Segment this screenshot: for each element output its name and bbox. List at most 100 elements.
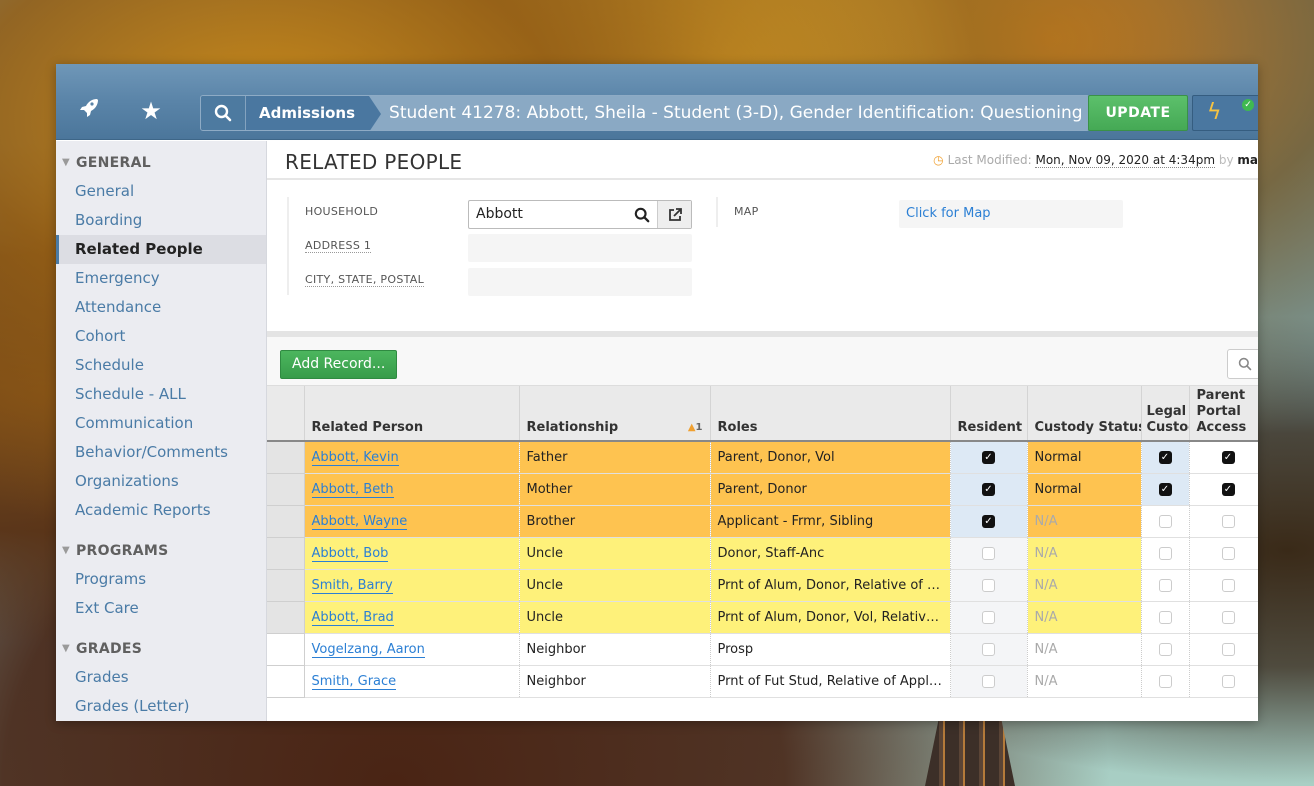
resident-checkbox[interactable]: [982, 610, 995, 624]
column-header-related-person[interactable]: Related Person: [304, 386, 520, 442]
address1-label: ADDRESS 1: [305, 239, 372, 253]
map-link[interactable]: Click for Map: [899, 200, 1123, 228]
sidebar-item-ext-care[interactable]: Ext Care: [56, 594, 266, 623]
parent-portal-checkbox[interactable]: ✓: [1221, 482, 1235, 496]
row-selector[interactable]: [267, 537, 305, 570]
breadcrumb-module[interactable]: Admissions: [246, 96, 382, 130]
parent-portal-checkbox[interactable]: [1221, 578, 1235, 592]
table-row[interactable]: Abbott, Beth Mother Parent, Donor ✓ Normal ✓ ✓: [267, 473, 1258, 506]
table-row[interactable]: Abbott, Brad Uncle Prnt of Alum, Donor, Vo…: [267, 601, 1258, 634]
row-selector[interactable]: [267, 633, 305, 666]
legal-custody-checkbox[interactable]: [1158, 642, 1172, 656]
related-person-link[interactable]: Abbott, Beth: [311, 481, 394, 498]
parent-portal-cell: [1189, 537, 1258, 570]
legal-custody-checkbox[interactable]: [1158, 578, 1172, 592]
lightning-icon: ϟ: [1207, 100, 1222, 125]
quick-actions-button[interactable]: ϟ ✓: [1192, 95, 1258, 131]
sidebar-item-related-people[interactable]: Related People: [56, 235, 266, 264]
grid-search-button[interactable]: [1227, 349, 1258, 379]
add-record-button[interactable]: Add Record...: [280, 350, 398, 379]
breadcrumb-search-button[interactable]: [201, 96, 246, 130]
table-row[interactable]: Vogelzang, Aaron Neighbor Prosp N/A: [267, 633, 1258, 666]
resident-checkbox[interactable]: ✓: [982, 514, 995, 528]
parent-portal-checkbox[interactable]: ✓: [1221, 450, 1235, 464]
related-person-link[interactable]: Abbott, Wayne: [311, 513, 408, 530]
column-header-parent-portal-access[interactable]: Parent Portal Access: [1189, 386, 1258, 442]
sidebar-section-grades[interactable]: ▼ GRADES: [56, 634, 266, 663]
sidebar-item-cohort[interactable]: Cohort: [56, 322, 266, 351]
legal-custody-checkbox[interactable]: ✓: [1158, 482, 1172, 496]
related-person-link[interactable]: Smith, Grace: [311, 673, 397, 690]
resident-checkbox[interactable]: [982, 674, 995, 688]
sidebar-item-grades-letter[interactable]: Grades (Letter): [56, 692, 266, 721]
column-header-legal-custody[interactable]: Legal Custody: [1141, 386, 1190, 442]
sidebar-item-attendance[interactable]: Attendance: [56, 293, 266, 322]
parent-portal-checkbox[interactable]: [1221, 514, 1235, 528]
sidebar-item-communication[interactable]: Communication: [56, 409, 266, 438]
resident-checkbox[interactable]: ✓: [982, 450, 995, 464]
table-row[interactable]: Abbott, Wayne Brother Applicant - Frmr, Si…: [267, 505, 1258, 538]
star-icon[interactable]: ★: [136, 96, 166, 126]
roles-cell: Prnt of Alum, Donor, Relative of …: [710, 569, 951, 602]
resident-cell: [950, 633, 1028, 666]
update-button[interactable]: UPDATE: [1088, 95, 1188, 131]
sidebar-item-grades[interactable]: Grades: [56, 663, 266, 692]
column-header-relationship[interactable]: Relationship ▲1: [519, 386, 711, 442]
household-input[interactable]: Abbott: [469, 201, 627, 228]
resident-checkbox[interactable]: [982, 578, 995, 592]
table-row[interactable]: Abbott, Bob Uncle Donor, Staff-Anc N/A: [267, 537, 1258, 570]
relationship-cell: Mother: [519, 473, 711, 506]
row-selector[interactable]: [267, 473, 305, 506]
resident-cell: ✓: [950, 441, 1028, 474]
household-search-button[interactable]: [627, 201, 657, 228]
row-selector[interactable]: [267, 505, 305, 538]
resident-checkbox[interactable]: [982, 546, 995, 560]
table-row[interactable]: Abbott, Kevin Father Parent, Donor, Vol ✓ No…: [267, 441, 1258, 474]
sidebar-section-programs[interactable]: ▼ PROGRAMS: [56, 536, 266, 565]
household-form: HOUSEHOLD ADDRESS 1 CITY, STATE, POSTAL …: [267, 180, 1258, 337]
legal-custody-checkbox[interactable]: [1158, 514, 1172, 528]
row-selector[interactable]: [267, 569, 305, 602]
related-person-link[interactable]: Abbott, Brad: [311, 609, 394, 626]
sidebar-item-boarding[interactable]: Boarding: [56, 206, 266, 235]
column-header-resident[interactable]: Resident: [950, 386, 1028, 442]
sidebar-section-general[interactable]: ▼ GENERAL: [56, 148, 266, 177]
sidebar-item-general[interactable]: General: [56, 177, 266, 206]
sidebar-item-behavior-comments[interactable]: Behavior/Comments: [56, 438, 266, 467]
relationship-cell: Neighbor: [519, 633, 711, 666]
household-field[interactable]: Abbott: [468, 200, 692, 229]
column-header-custody-status[interactable]: Custody Status: [1027, 386, 1142, 442]
resident-checkbox[interactable]: ✓: [982, 482, 995, 496]
parent-portal-checkbox[interactable]: [1221, 642, 1235, 656]
related-person-link[interactable]: Abbott, Bob: [311, 545, 389, 562]
sidebar-item-schedule-all[interactable]: Schedule - ALL: [56, 380, 266, 409]
resident-checkbox[interactable]: [982, 642, 995, 656]
column-header-roles[interactable]: Roles: [710, 386, 951, 442]
related-person-link[interactable]: Vogelzang, Aaron: [311, 641, 425, 658]
city-state-postal-field: [468, 268, 692, 296]
open-household-button[interactable]: [657, 201, 691, 228]
legal-custody-checkbox[interactable]: ✓: [1158, 450, 1172, 464]
table-row[interactable]: Smith, Barry Uncle Prnt of Alum, Donor, Re…: [267, 569, 1258, 602]
rocket-icon[interactable]: [74, 96, 104, 126]
parent-portal-checkbox[interactable]: [1221, 610, 1235, 624]
related-person-link[interactable]: Abbott, Kevin: [311, 449, 399, 466]
related-person-cell: Smith, Grace: [304, 665, 520, 698]
row-selector[interactable]: [267, 665, 305, 698]
sidebar-item-schedule[interactable]: Schedule: [56, 351, 266, 380]
legal-custody-checkbox[interactable]: [1158, 546, 1172, 560]
sidebar-item-programs[interactable]: Programs: [56, 565, 266, 594]
sidebar-item-organizations[interactable]: Organizations: [56, 467, 266, 496]
row-selector[interactable]: [267, 601, 305, 634]
relationship-cell: Uncle: [519, 569, 711, 602]
sidebar-item-academic-reports[interactable]: Academic Reports: [56, 496, 266, 525]
last-modified-date[interactable]: Mon, Nov 09, 2020 at 4:34pm: [1035, 153, 1216, 168]
legal-custody-checkbox[interactable]: [1158, 610, 1172, 624]
parent-portal-checkbox[interactable]: [1221, 546, 1235, 560]
row-selector[interactable]: [267, 441, 305, 474]
sidebar-item-emergency[interactable]: Emergency: [56, 264, 266, 293]
legal-custody-checkbox[interactable]: [1158, 674, 1172, 688]
parent-portal-checkbox[interactable]: [1221, 674, 1235, 688]
table-row[interactable]: Smith, Grace Neighbor Prnt of Fut Stud, Re…: [267, 665, 1258, 698]
related-person-link[interactable]: Smith, Barry: [311, 577, 393, 594]
